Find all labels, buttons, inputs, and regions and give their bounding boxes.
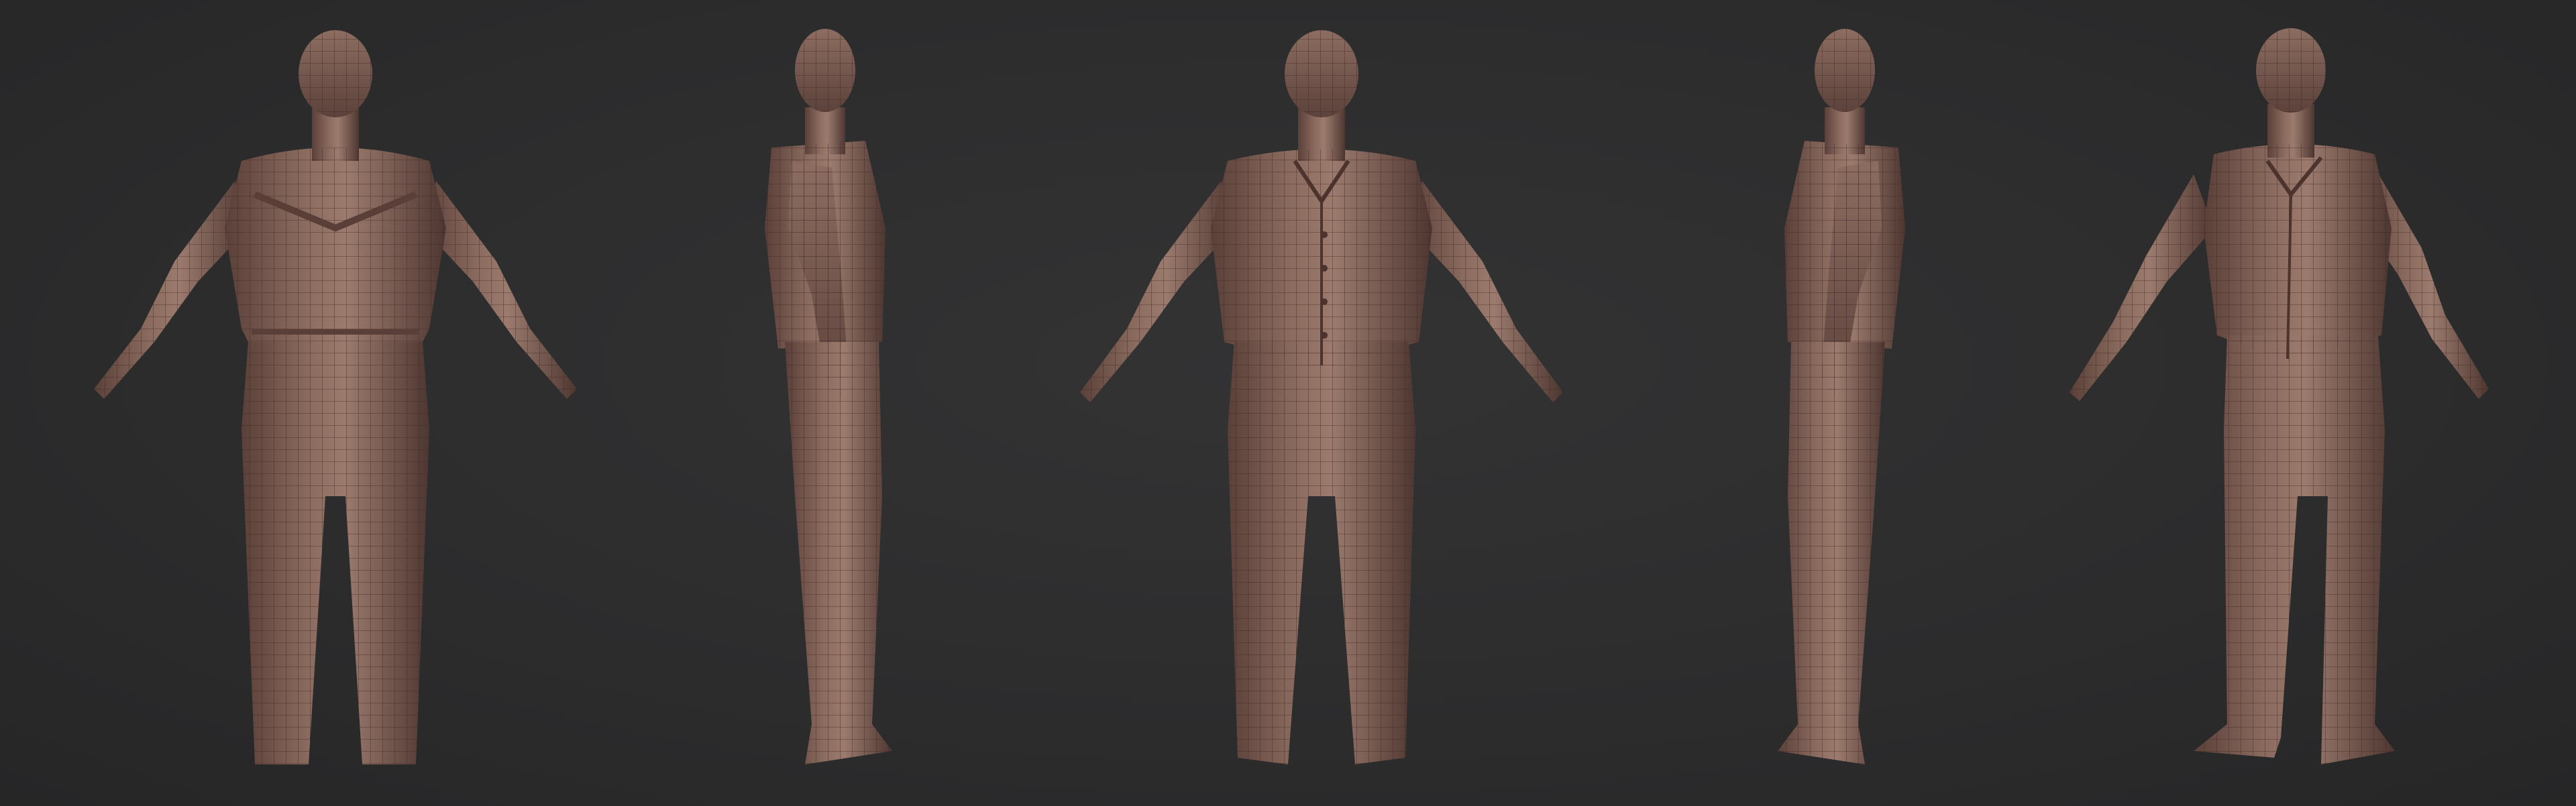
- three-quarter-view-mesh: [2070, 28, 2489, 764]
- left-side-view: [731, 27, 932, 791]
- right-side-view-mesh: [1778, 29, 1905, 764]
- right-side-view: [1737, 27, 1939, 791]
- back-view: [80, 27, 590, 791]
- three-quarter-view: [2059, 27, 2502, 791]
- front-view: [1067, 27, 1576, 791]
- front-view-mesh: [1080, 30, 1563, 764]
- back-view-mesh: [94, 30, 577, 764]
- turnaround-viewport: [0, 0, 2576, 806]
- left-side-view-mesh: [765, 29, 892, 764]
